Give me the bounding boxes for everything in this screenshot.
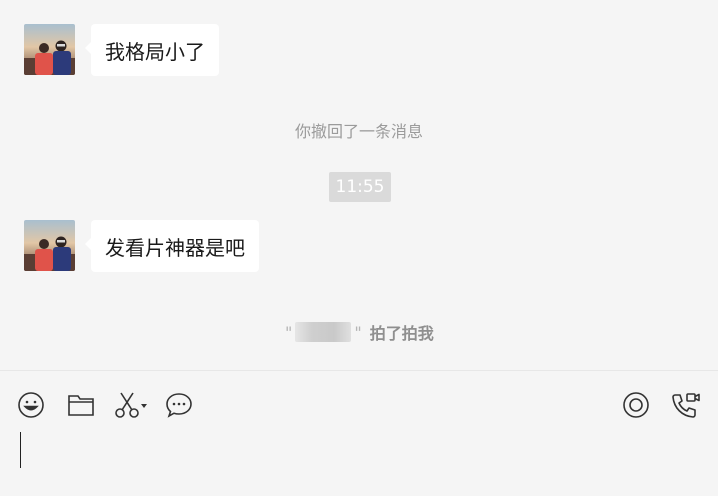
recall-notice: 你撤回了一条消息 xyxy=(294,122,423,141)
video-call-icon[interactable] xyxy=(670,389,702,421)
live-icon[interactable] xyxy=(620,389,652,421)
chat-area[interactable]: 我格局小了 你撤回了一条消息 11:55 发看片神器是吧 " " 拍了拍我 xyxy=(0,0,718,370)
text-input-caret[interactable] xyxy=(20,432,21,468)
pat-notice: " " 拍了拍我 xyxy=(285,319,434,345)
emoji-icon[interactable] xyxy=(15,389,47,421)
timestamp: 11:55 xyxy=(329,172,391,202)
pat-text: 拍了拍我 xyxy=(369,324,434,343)
message-bubble[interactable]: 我格局小了 xyxy=(85,24,219,76)
blurred-nickname xyxy=(295,322,352,342)
message-1[interactable]: 我格局小了 xyxy=(24,24,219,76)
composer[interactable] xyxy=(0,371,718,496)
message-bubble[interactable]: 发看片神器是吧 xyxy=(85,220,259,272)
chat-bubble-icon[interactable] xyxy=(163,389,195,421)
pat-quote-open: " xyxy=(285,322,293,342)
avatar[interactable] xyxy=(24,24,75,75)
folder-icon[interactable] xyxy=(65,389,97,421)
avatar[interactable] xyxy=(24,220,75,271)
pat-quote-close: " xyxy=(354,322,362,342)
message-2[interactable]: 发看片神器是吧 xyxy=(24,220,259,272)
scissors-icon[interactable] xyxy=(113,389,149,421)
